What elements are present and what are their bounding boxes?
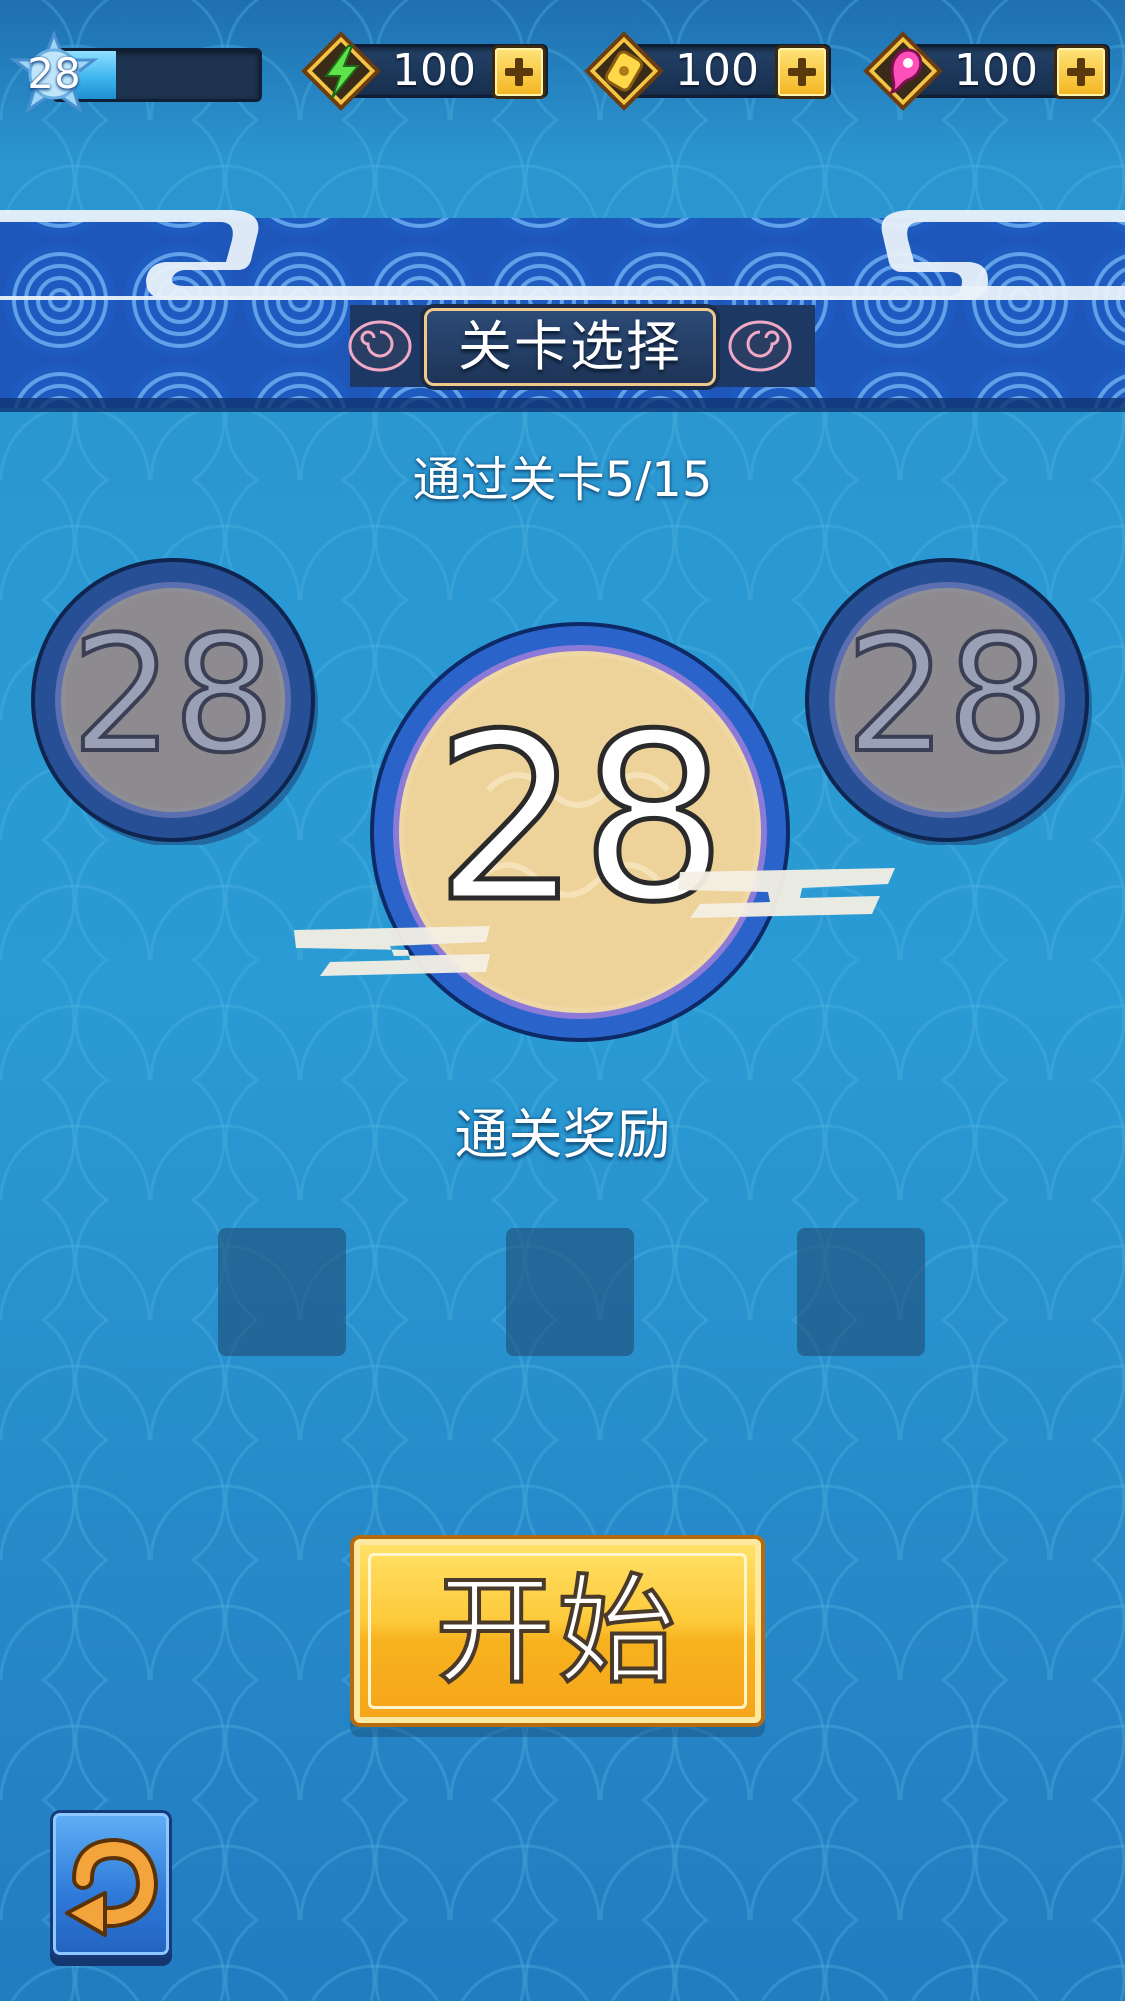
next-level-number: 28 xyxy=(843,599,1051,790)
title-banner: 关卡选择 xyxy=(0,210,1125,410)
start-button-label: 开始 xyxy=(433,1560,680,1702)
back-button[interactable] xyxy=(50,1810,172,1958)
previous-level-number: 28 xyxy=(69,599,277,790)
clear-rewards-title: 通关奖励 xyxy=(454,1103,671,1166)
player-level-bar[interactable]: 28 xyxy=(6,30,262,118)
mist-cloud-decoration xyxy=(294,868,895,976)
add-gem-button[interactable] xyxy=(1054,45,1108,99)
reward-slot-2[interactable] xyxy=(506,1228,634,1356)
cloud-swirl-icon-right xyxy=(728,320,792,372)
add-gold-button[interactable] xyxy=(775,45,829,99)
gold-ingot-icon xyxy=(584,31,664,111)
reward-slot-1[interactable] xyxy=(218,1228,346,1356)
cloud-swirl-icon-left xyxy=(348,320,412,372)
gem-counter: 100 xyxy=(862,31,1110,111)
reward-slot-3[interactable] xyxy=(797,1228,925,1356)
player-level-number: 28 xyxy=(27,49,81,98)
page-title: 关卡选择 xyxy=(458,315,682,378)
gold-counter: 100 xyxy=(583,31,831,111)
next-level-node[interactable]: 28 xyxy=(802,555,1092,847)
add-energy-button[interactable] xyxy=(492,45,546,99)
stages-cleared-text: 通过关卡5/15 xyxy=(412,452,713,508)
energy-value: 100 xyxy=(392,45,476,96)
magatama-icon xyxy=(863,31,943,111)
gem-value: 100 xyxy=(954,45,1038,96)
level-select-title-box: 关卡选择 xyxy=(424,308,716,386)
energy-counter: 100 xyxy=(300,31,548,111)
lightning-icon xyxy=(301,31,381,111)
return-arrow-icon xyxy=(65,1837,159,1937)
previous-level-node[interactable]: 28 xyxy=(28,555,318,847)
gold-value: 100 xyxy=(675,45,759,96)
start-button[interactable]: 开始 xyxy=(350,1535,765,1727)
top-resource-bar: 28 100 100 100 xyxy=(0,0,1125,150)
